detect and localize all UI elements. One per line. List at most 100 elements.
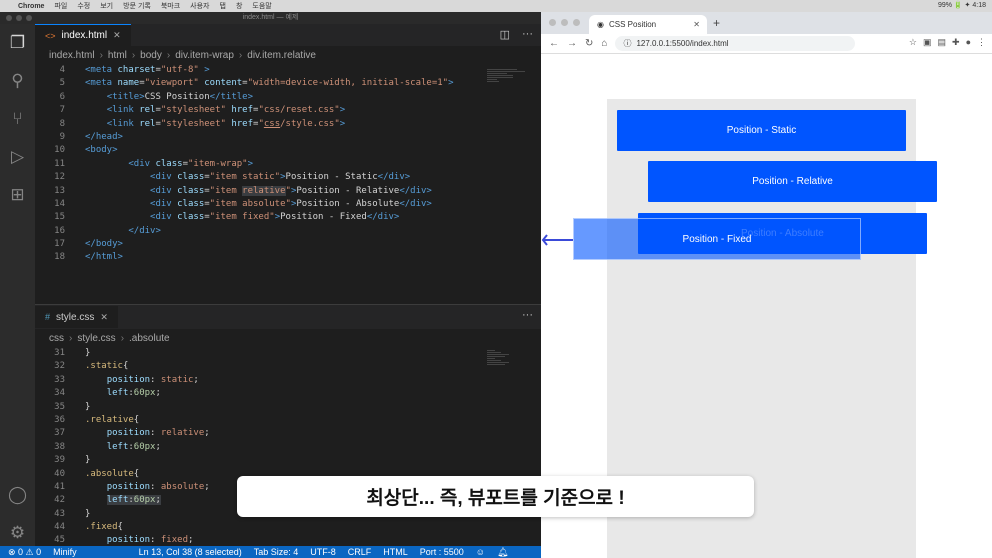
- breadcrumb-item[interactable]: html: [108, 50, 127, 61]
- code-line[interactable]: 12 <div class="item static">Position - S…: [35, 171, 541, 184]
- close-dot[interactable]: [549, 19, 556, 26]
- menubar-item[interactable]: 사용자: [190, 1, 209, 11]
- line-number: 6: [59, 91, 65, 102]
- code-line[interactable]: 14 <div class="item absolute">Position -…: [35, 198, 541, 211]
- run-debug-icon[interactable]: ▷: [0, 138, 35, 176]
- encoding[interactable]: UTF-8: [310, 547, 336, 557]
- code-line[interactable]: 15 <div class="item fixed">Position - Fi…: [35, 211, 541, 224]
- css-file-icon: #: [45, 312, 51, 322]
- close-icon[interactable]: ✕: [693, 20, 700, 29]
- bell-icon[interactable]: 🔔︎: [497, 547, 508, 558]
- line-number: 12: [54, 172, 65, 183]
- zoom-dot[interactable]: [573, 19, 580, 26]
- breadcrumb-item[interactable]: div.item.relative: [247, 50, 316, 61]
- chevron-right-icon: ›: [69, 332, 73, 344]
- code-line[interactable]: 9 </head>: [35, 131, 541, 144]
- minify-status[interactable]: Minify: [53, 547, 77, 557]
- minimap[interactable]: [487, 349, 527, 366]
- reload-icon[interactable]: ↻: [585, 38, 593, 49]
- extension-icon[interactable]: ▤: [938, 37, 947, 48]
- info-icon: ⓘ: [623, 39, 632, 48]
- extensions-icon[interactable]: ⊞: [0, 176, 35, 214]
- puzzle-icon[interactable]: ✚: [952, 37, 960, 48]
- home-icon[interactable]: ⌂: [601, 38, 607, 49]
- avatar[interactable]: ●: [966, 37, 971, 48]
- minimize-dot[interactable]: [561, 19, 568, 26]
- close-icon[interactable]: ✕: [100, 312, 108, 323]
- breadcrumb-item[interactable]: .absolute: [129, 333, 170, 344]
- close-icon[interactable]: ✕: [113, 30, 121, 41]
- code-line[interactable]: 39}: [35, 454, 541, 467]
- search-icon[interactable]: ⚲: [0, 62, 35, 100]
- code-line[interactable]: 44 .fixed{: [35, 521, 541, 534]
- more-actions-icon[interactable]: ···: [522, 28, 533, 41]
- menubar-item[interactable]: 방문 기록: [123, 1, 151, 11]
- star-icon[interactable]: ☆: [909, 37, 917, 48]
- css-code-pane[interactable]: 31} 32 .static{33 position: static; 34 left…: [35, 347, 541, 558]
- explorer-icon[interactable]: ❐: [0, 24, 35, 62]
- back-icon[interactable]: ←: [549, 38, 559, 49]
- code-line[interactable]: 32 .static{: [35, 360, 541, 373]
- code-line[interactable]: 34 left:60px;: [35, 387, 541, 400]
- breadcrumb-item[interactable]: div.item-wrap: [175, 50, 234, 61]
- subtitle-caption: 최상단... 즉, 뷰포트를 기준으로 !: [237, 476, 754, 517]
- eol[interactable]: CRLF: [348, 547, 372, 557]
- code-line[interactable]: 6 <title>CSS Position</title>: [35, 91, 541, 104]
- tab-label: index.html: [61, 30, 108, 41]
- menubar-app[interactable]: Chrome: [18, 3, 44, 10]
- code-line[interactable]: 7 <link rel="stylesheet" href="css/reset…: [35, 104, 541, 117]
- code-line[interactable]: 33 position: static;: [35, 374, 541, 387]
- forward-icon[interactable]: →: [567, 38, 577, 49]
- menu-icon[interactable]: ⋮: [977, 37, 986, 48]
- html-code-pane[interactable]: 4 <meta charset="utf-8" >5 <meta name="vie…: [35, 64, 541, 304]
- menubar-item[interactable]: 북마크: [161, 1, 180, 11]
- line-number: 10: [54, 145, 65, 156]
- code-line[interactable]: 10 <body>: [35, 144, 541, 157]
- code-line[interactable]: 4 <meta charset="utf-8" >: [35, 64, 541, 77]
- code-line[interactable]: 37 position: relative;: [35, 427, 541, 440]
- menubar-item[interactable]: 보기: [100, 1, 113, 11]
- browser-tab[interactable]: ◉ CSS Position ✕: [589, 15, 707, 34]
- feedback-icon[interactable]: ☺: [476, 547, 485, 557]
- account-icon[interactable]: ◯: [0, 476, 35, 514]
- code-line[interactable]: 35}: [35, 401, 541, 414]
- breadcrumb-item[interactable]: style.css: [77, 333, 115, 344]
- code-line[interactable]: 8 <link rel="stylesheet" href="css/style…: [35, 118, 541, 131]
- code-line[interactable]: 18 </html>: [35, 251, 541, 264]
- code-line[interactable]: 16 </div>: [35, 225, 541, 238]
- new-tab-icon[interactable]: +: [713, 16, 720, 30]
- menubar-item[interactable]: 파일: [54, 1, 67, 11]
- more-actions-icon[interactable]: ···: [522, 309, 533, 321]
- menubar-item[interactable]: 수정: [77, 1, 90, 11]
- problems-status[interactable]: ⊗ 0 ⚠ 0: [8, 547, 41, 558]
- breadcrumb-item[interactable]: css: [49, 333, 64, 344]
- code-line[interactable]: 11 <div class="item-wrap">: [35, 158, 541, 171]
- split-editor-icon[interactable]: ◫: [500, 28, 510, 41]
- zoom-dot[interactable]: [26, 15, 32, 21]
- code-line[interactable]: 38 left:60px;: [35, 441, 541, 454]
- chrome-tabstrip: ◉ CSS Position ✕ +: [541, 12, 992, 34]
- code-line[interactable]: 31}: [35, 347, 541, 360]
- tab-style-css[interactable]: # style.css ✕: [35, 306, 118, 328]
- extension-icon[interactable]: ▣: [923, 37, 932, 48]
- menubar-item[interactable]: 탭: [220, 1, 226, 11]
- menubar-item[interactable]: 도움말: [252, 1, 271, 11]
- cursor-position[interactable]: Ln 13, Col 38 (8 selected): [139, 547, 242, 557]
- tab-size[interactable]: Tab Size: 4: [254, 547, 299, 557]
- close-dot[interactable]: [6, 15, 12, 21]
- tab-index-html[interactable]: <> index.html ✕: [35, 24, 131, 46]
- code-line[interactable]: 5 <meta name="viewport" content="width=de…: [35, 77, 541, 90]
- code-line[interactable]: 13 <div class="item relative">Position -…: [35, 185, 541, 198]
- source-control-icon[interactable]: ⑂: [0, 100, 35, 138]
- code-line[interactable]: 17 </body>: [35, 238, 541, 251]
- minimize-dot[interactable]: [16, 15, 22, 21]
- language-mode[interactable]: HTML: [383, 547, 408, 557]
- breadcrumb-item[interactable]: index.html: [49, 50, 95, 61]
- menubar-item[interactable]: 창: [236, 1, 242, 11]
- url-field[interactable]: ⓘ 127.0.0.1:5500/index.html: [615, 36, 856, 51]
- line-number: 34: [54, 388, 65, 399]
- minimap[interactable]: [487, 68, 527, 83]
- breadcrumb-item[interactable]: body: [140, 50, 162, 61]
- live-server-port[interactable]: Port : 5500: [420, 547, 464, 557]
- code-line[interactable]: 36 .relative{: [35, 414, 541, 427]
